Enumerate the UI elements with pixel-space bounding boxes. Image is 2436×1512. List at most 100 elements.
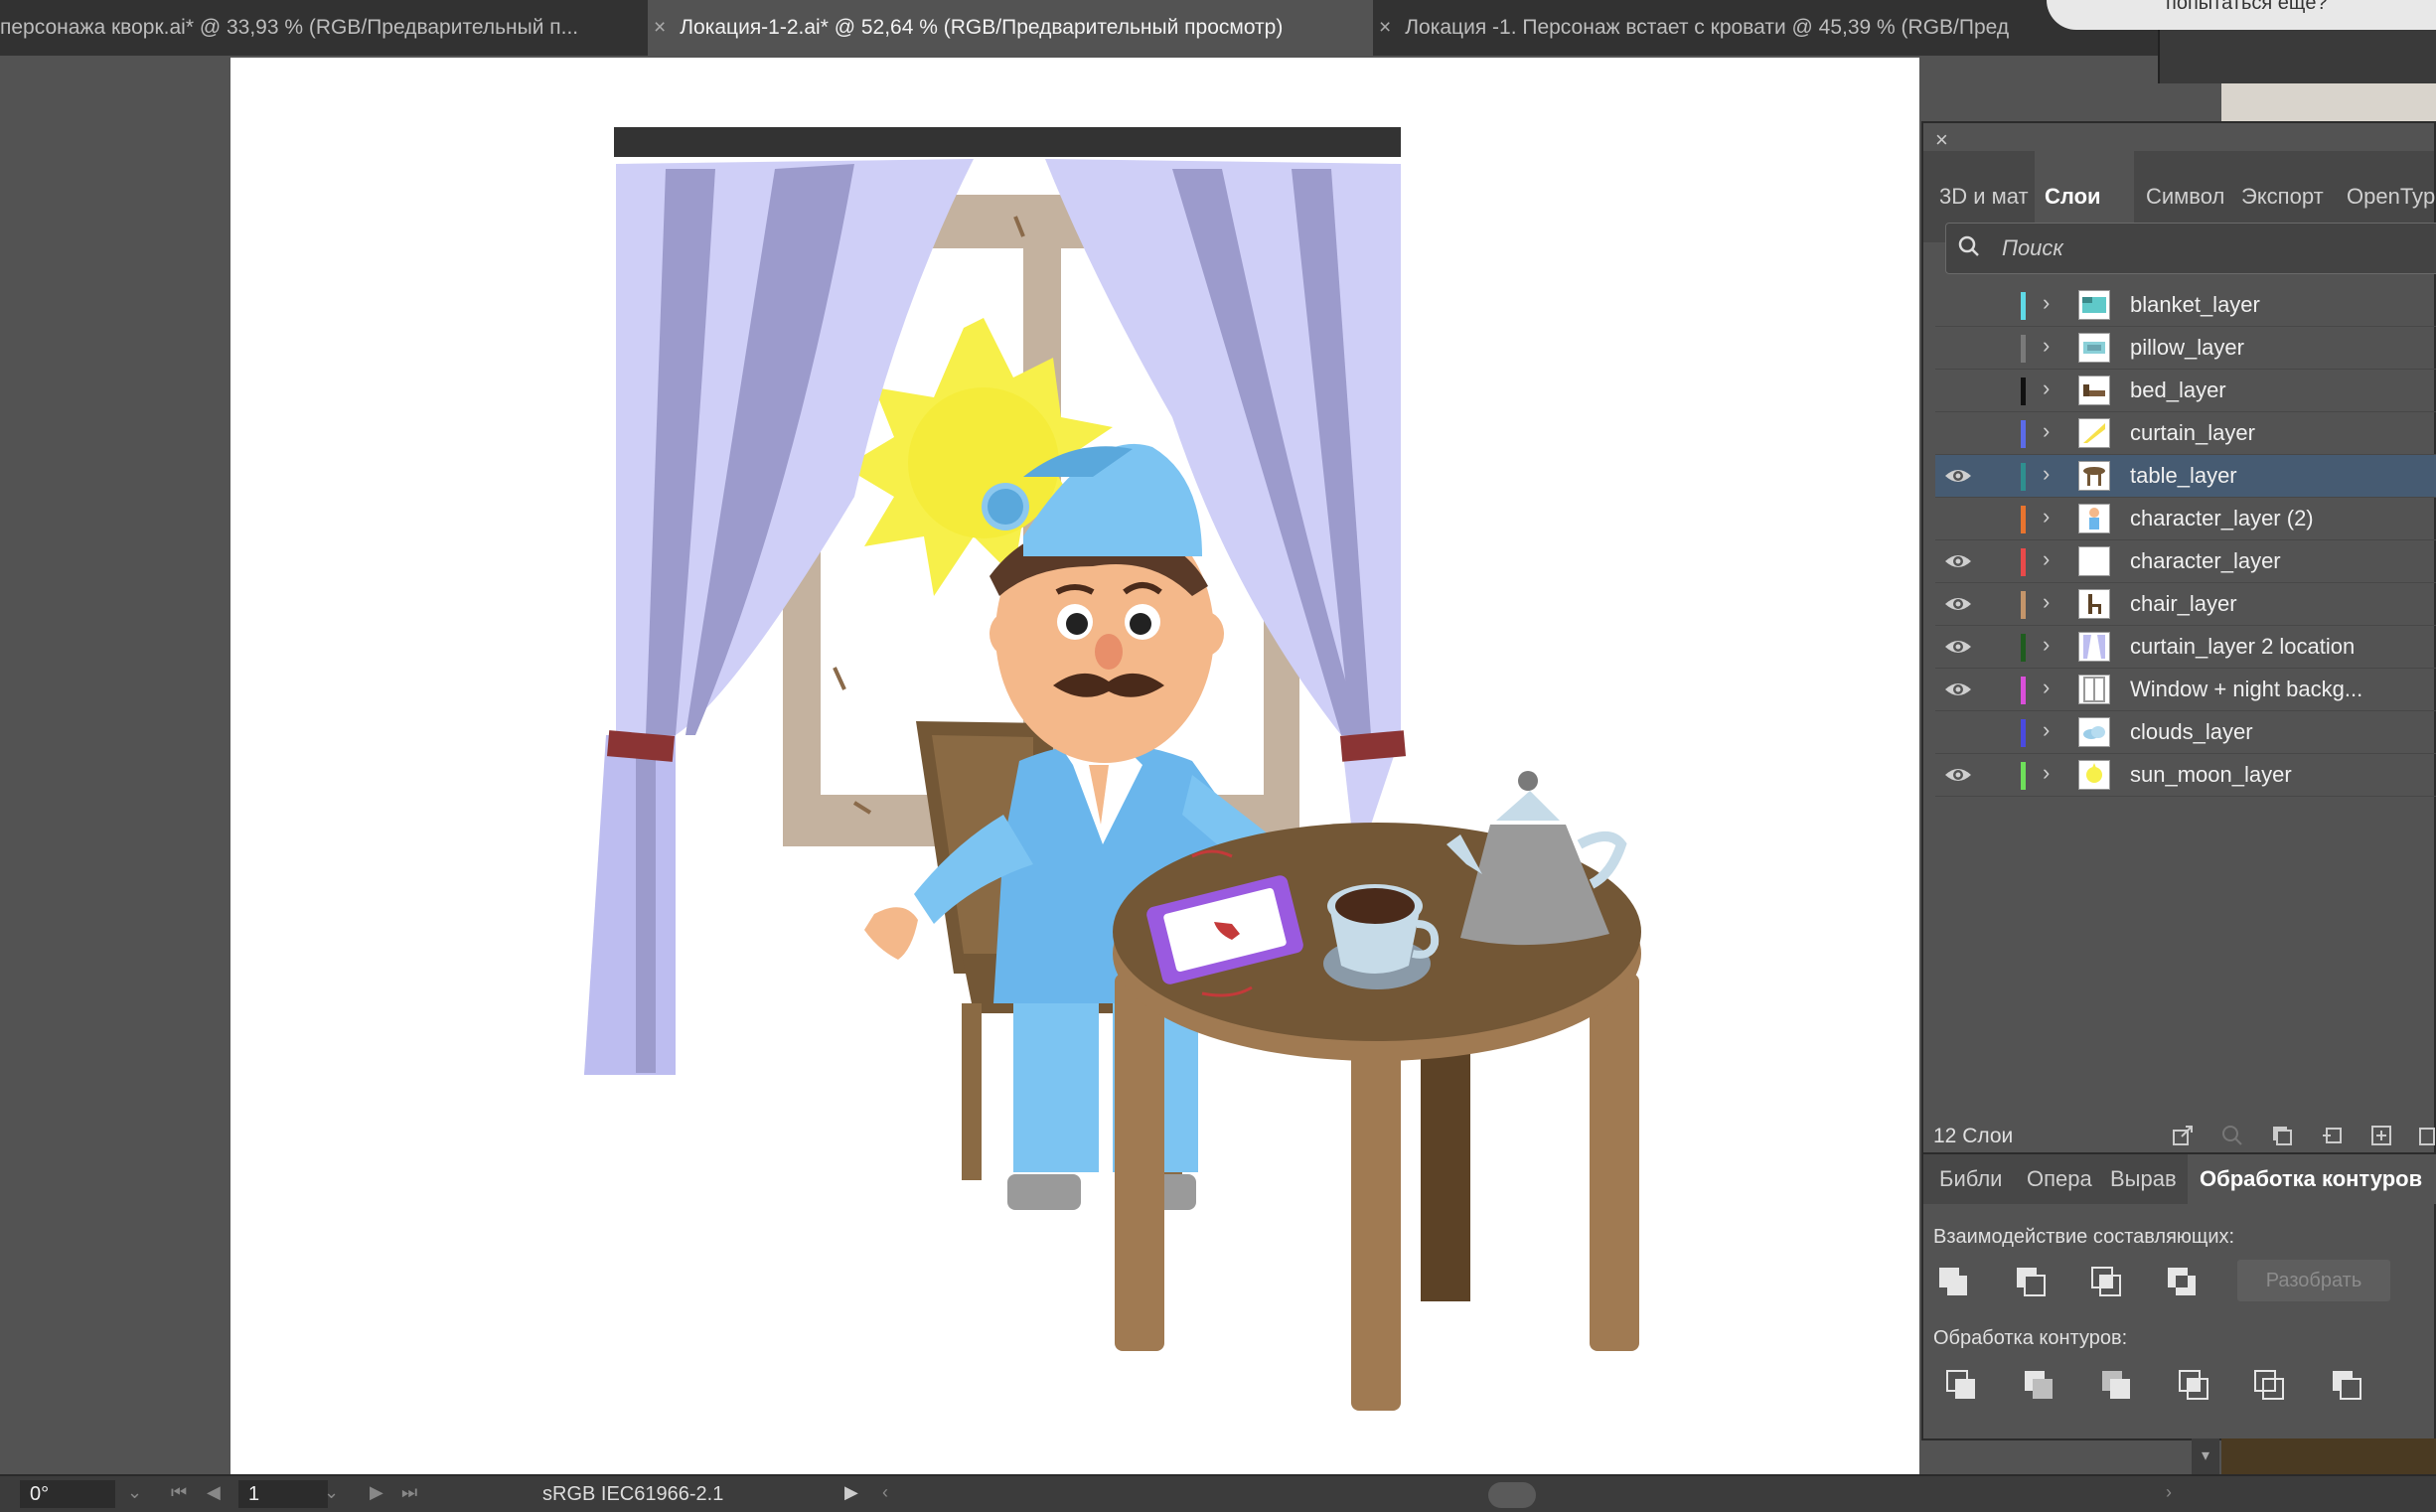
layer-thumbnail (2078, 632, 2110, 662)
search-input[interactable] (2000, 231, 2401, 265)
chevron-right-icon[interactable]: › (2043, 504, 2050, 529)
layer-row[interactable]: › character_layer (2) (1935, 498, 2436, 540)
minus-back-button[interactable] (2329, 1367, 2364, 1403)
layer-row[interactable]: › curtain_layer 2 location (1935, 626, 2436, 669)
panel-fragment (2158, 30, 2436, 83)
previous-artboard-icon[interactable]: ◀ (207, 1482, 221, 1503)
visibility-eye-icon[interactable] (1943, 463, 1975, 489)
unite-button[interactable] (1935, 1264, 1971, 1299)
chevron-right-icon[interactable]: › (2043, 760, 2050, 786)
visibility-eye-icon[interactable] (1943, 677, 1975, 702)
layer-row[interactable]: › pillow_layer (1935, 327, 2436, 370)
close-icon[interactable]: × (654, 0, 666, 56)
chevron-right-icon[interactable]: › (2043, 418, 2050, 444)
minus-front-button[interactable] (2013, 1264, 2049, 1299)
first-artboard-icon[interactable]: ⏮ (171, 1482, 187, 1503)
background-window-fragment (2221, 83, 2436, 123)
tab-libraries[interactable]: Библи (1939, 1154, 2017, 1204)
close-icon[interactable]: × (1379, 0, 1391, 56)
new-layer-icon[interactable] (2370, 1125, 2392, 1146)
doc-tab-2-label: Локация-1-2.ai* @ 52,64 % (RGB/Предварит… (680, 16, 1284, 39)
layer-thumbnail (2078, 504, 2110, 533)
chevron-right-icon[interactable]: › (2043, 290, 2050, 316)
layer-name: Window + night backg... (2130, 677, 2363, 701)
layer-row[interactable]: › table_layer (1935, 455, 2436, 498)
tab-align[interactable]: Вырав (2106, 1154, 2184, 1204)
layer-row[interactable]: › Window + night backg... (1935, 669, 2436, 711)
chevron-down-icon[interactable]: ▾ (2192, 1438, 2219, 1474)
layer-row[interactable]: › clouds_layer (1935, 711, 2436, 754)
artboard[interactable] (230, 58, 1919, 1476)
layer-row[interactable]: › blanket_layer (1935, 284, 2436, 327)
artboard-number-field[interactable]: 1 (238, 1480, 328, 1508)
layer-thumbnail (2078, 290, 2110, 320)
chevron-right-icon[interactable]: › (2043, 717, 2050, 743)
locate-object-icon[interactable] (2221, 1125, 2243, 1146)
visibility-eye-icon[interactable] (1943, 719, 1975, 745)
layer-name: curtain_layer 2 location (2130, 634, 2356, 659)
chevron-right-icon[interactable]: › (2043, 333, 2050, 359)
chevron-right-icon[interactable]: › (2043, 546, 2050, 572)
layer-row[interactable]: › bed_layer (1935, 370, 2436, 412)
visibility-eye-icon[interactable] (1943, 292, 1975, 318)
delete-layer-icon[interactable] (2416, 1125, 2436, 1146)
scroll-left-icon[interactable]: ‹ (882, 1482, 888, 1503)
visibility-eye-icon[interactable] (1943, 548, 1975, 574)
visibility-eye-icon[interactable] (1943, 378, 1975, 403)
layer-color-swatch (2021, 634, 2026, 662)
layer-color-swatch (2021, 292, 2026, 320)
layers-search[interactable] (1945, 223, 2436, 274)
chevron-right-icon[interactable]: › (2043, 632, 2050, 658)
chevron-right-icon[interactable]: › (2043, 461, 2050, 487)
doc-tab-2[interactable]: × Локация-1-2.ai* @ 52,64 % (RGB/Предвари… (648, 0, 1373, 56)
chevron-right-icon[interactable]: › (2043, 376, 2050, 401)
visibility-eye-icon[interactable] (1943, 762, 1975, 788)
status-menu-icon[interactable]: ▶ (844, 1482, 858, 1503)
visibility-eye-icon[interactable] (1943, 506, 1975, 531)
chevron-down-icon[interactable]: ⌄ (324, 1482, 339, 1503)
scroll-right-icon[interactable]: › (2166, 1482, 2172, 1503)
curtain-rod (614, 127, 1401, 157)
merge-button[interactable] (2098, 1367, 2134, 1403)
layer-row[interactable]: › curtain_layer (1935, 412, 2436, 455)
visibility-eye-icon[interactable] (1943, 420, 1975, 446)
panel-close-icon[interactable]: × (1935, 127, 1948, 153)
doc-tab-1[interactable]: персонажа кворк.ai* @ 33,93 % (RGB/Предв… (0, 0, 646, 56)
last-artboard-icon[interactable]: ⏭ (401, 1482, 417, 1503)
tab-actions[interactable]: Опера (2023, 1154, 2100, 1204)
visibility-eye-icon[interactable] (1943, 591, 1975, 617)
crop-button[interactable] (2176, 1367, 2211, 1403)
visibility-eye-icon[interactable] (1943, 335, 1975, 361)
expand-button[interactable]: Разобрать (2237, 1260, 2390, 1301)
layer-name: bed_layer (2130, 378, 2226, 402)
new-sublayer-icon[interactable] (2321, 1125, 2343, 1146)
teapot (1446, 771, 1627, 946)
doc-tab-3[interactable]: × Локация -1. Персонаж встает с кровати @… (1379, 0, 2114, 56)
tab-pathfinder[interactable]: Обработка контуров (2188, 1154, 2436, 1204)
chevron-right-icon[interactable]: › (2043, 589, 2050, 615)
rotation-value: 0° (30, 1483, 50, 1505)
layer-name: blanket_layer (2130, 292, 2260, 317)
rotation-field[interactable]: 0° (20, 1480, 115, 1508)
layer-thumbnail (2078, 675, 2110, 704)
layer-color-swatch (2021, 591, 2026, 619)
export-for-screens-icon[interactable] (2172, 1125, 2194, 1146)
illustration (584, 127, 1641, 1411)
trim-button[interactable] (2021, 1367, 2056, 1403)
layer-row[interactable]: › sun_moon_layer (1935, 754, 2436, 797)
divide-button[interactable] (1943, 1367, 1979, 1403)
exclude-button[interactable] (2164, 1264, 2200, 1299)
clipping-mask-icon[interactable] (2271, 1125, 2293, 1146)
layer-row[interactable]: › character_layer (1935, 540, 2436, 583)
layer-color-swatch (2021, 335, 2026, 363)
next-artboard-icon[interactable]: ▶ (370, 1482, 383, 1503)
layer-row[interactable]: › chair_layer (1935, 583, 2436, 626)
visibility-eye-icon[interactable] (1943, 634, 1975, 660)
intersect-button[interactable] (2088, 1264, 2124, 1299)
outline-button[interactable] (2251, 1367, 2287, 1403)
horizontal-scrollbar-thumb[interactable] (1488, 1482, 1536, 1508)
color-profile: sRGB IEC61966-2.1 (542, 1483, 724, 1505)
pathfinder-panel-tabs: Библи Опера Вырав Обработка контуров (1923, 1154, 2436, 1204)
chevron-down-icon[interactable]: ⌄ (127, 1482, 142, 1503)
chevron-right-icon[interactable]: › (2043, 675, 2050, 700)
